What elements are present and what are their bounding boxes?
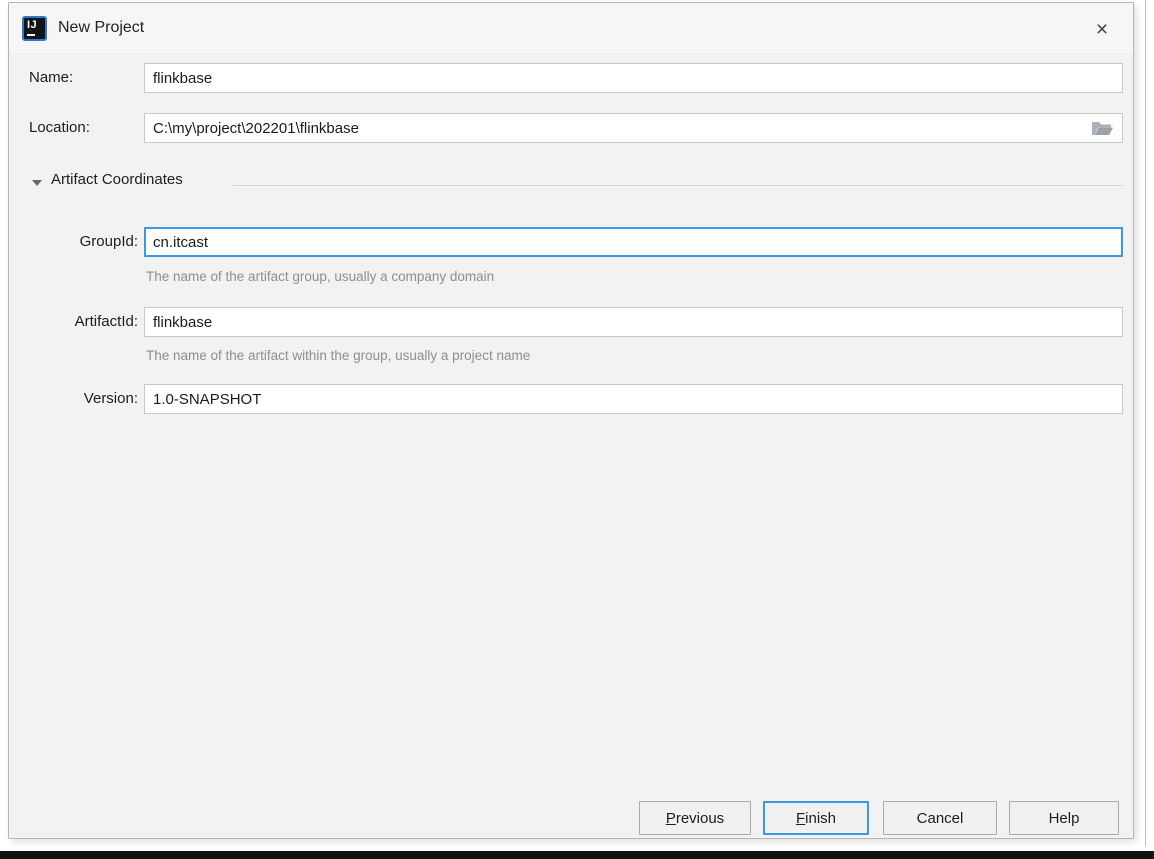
groupid-hint: The name of the artifact group, usually … [146,269,495,284]
close-icon[interactable]: × [1089,17,1115,43]
artifact-coordinates-section-title[interactable]: Artifact Coordinates [51,171,183,188]
artifactid-label: ArtifactId: [74,313,138,330]
previous-button[interactable]: Previous [639,801,751,835]
bottom-dark-strip [0,851,1154,859]
new-project-dialog: IJ New Project × Name: Location: Artifac… [8,2,1134,839]
background-window-edge [1145,0,1146,847]
artifactid-hint: The name of the artifact within the grou… [146,348,531,363]
finish-button[interactable]: Finish [763,801,869,835]
browse-folder-icon[interactable] [1090,119,1114,138]
folder-icon [1092,122,1113,135]
version-label: Version: [83,390,138,407]
artifactid-input[interactable] [144,307,1123,337]
intellij-idea-icon-underline [27,34,35,36]
dialog-titlebar[interactable]: IJ New Project × [9,3,1133,53]
previous-button-mnemonic: P [665,809,676,827]
location-label: Location: [29,119,90,136]
location-input[interactable] [144,113,1123,143]
groupid-input[interactable] [144,227,1123,257]
finish-button-mnemonic: F [795,809,806,827]
name-label: Name: [29,69,74,86]
finish-button-label: inish [805,809,837,827]
section-separator [233,185,1123,186]
dialog-title: New Project [58,19,145,36]
chevron-down-icon[interactable] [32,180,42,186]
previous-button-label: revious [675,809,725,827]
version-input[interactable] [144,384,1123,414]
groupid-label: GroupId: [79,233,138,250]
help-button[interactable]: Help [1009,801,1119,835]
intellij-idea-icon: IJ [22,16,47,41]
cancel-button[interactable]: Cancel [883,801,997,835]
intellij-idea-icon-text: IJ [27,19,38,31]
name-input[interactable] [144,63,1123,93]
